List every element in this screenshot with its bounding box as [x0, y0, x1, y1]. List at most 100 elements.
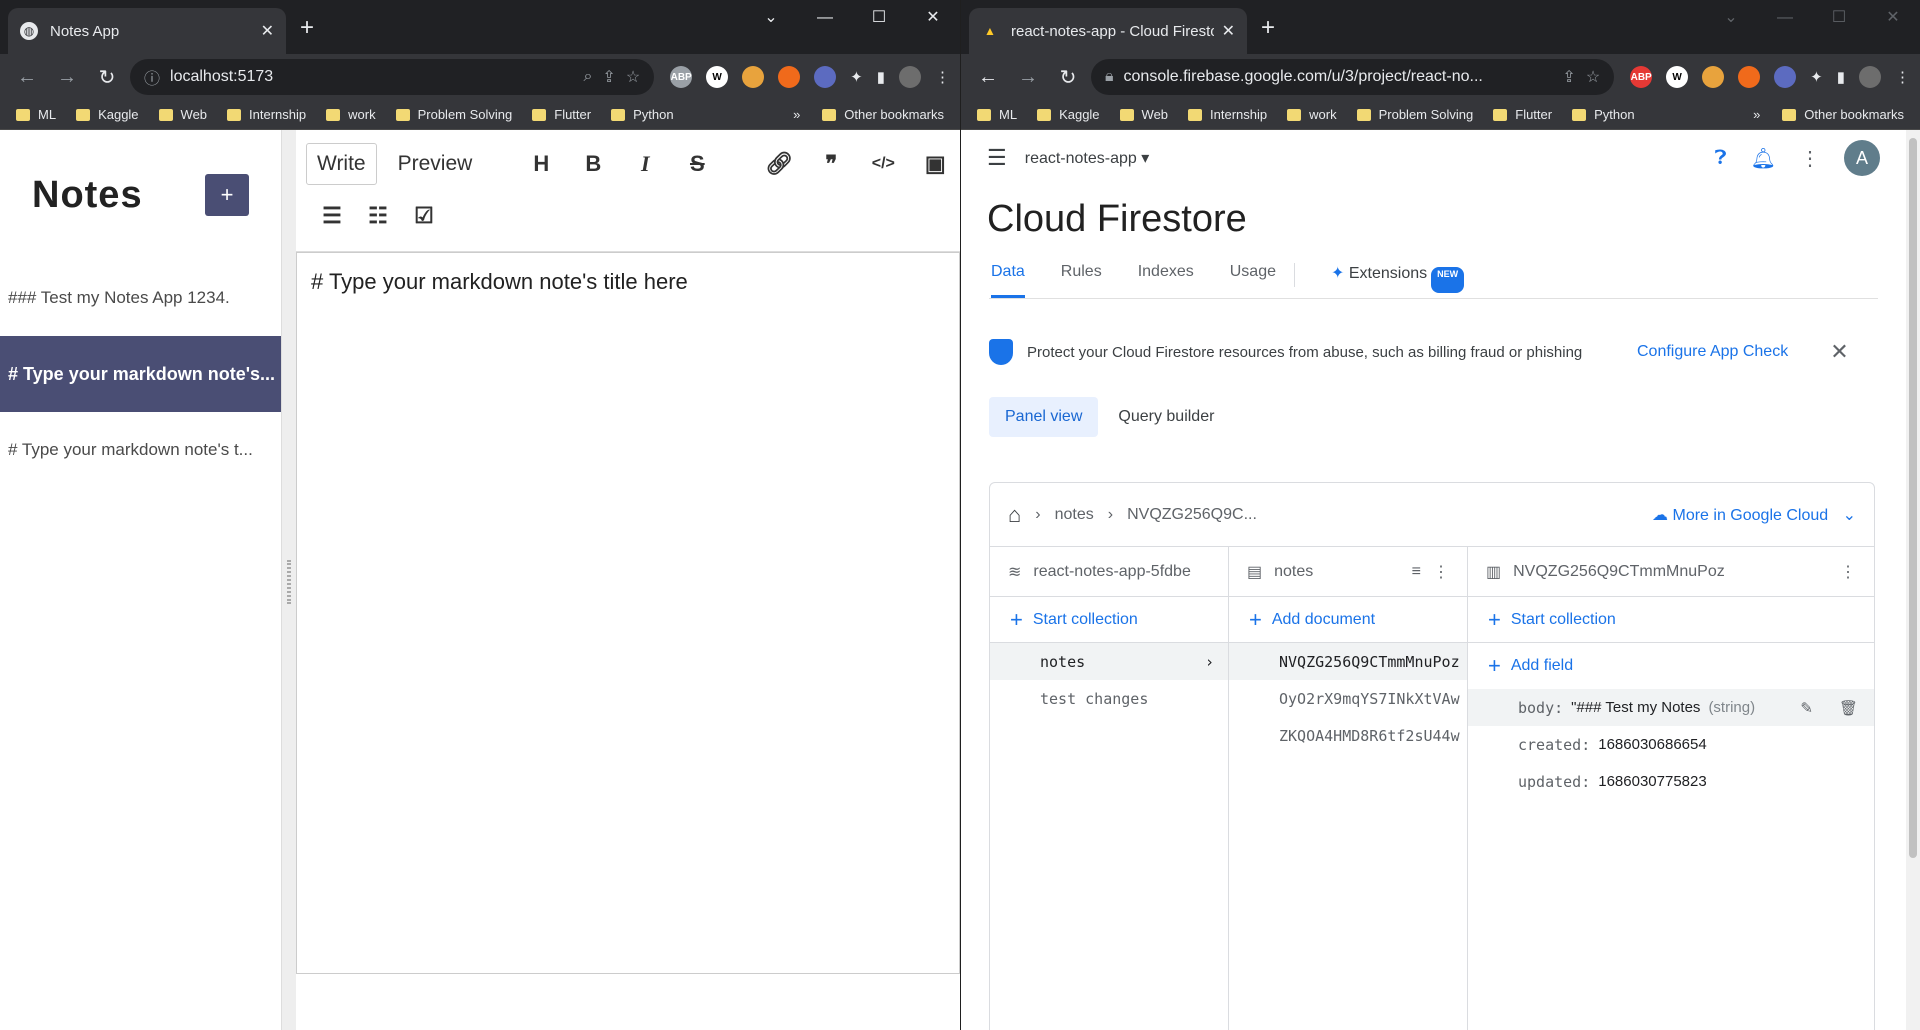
- project-selector[interactable]: react-notes-app ▾: [1025, 148, 1150, 168]
- bookmark-kaggle[interactable]: Kaggle: [1037, 107, 1100, 122]
- share-icon[interactable]: ⇪: [1562, 67, 1575, 87]
- tab-indexes[interactable]: Indexes: [1138, 263, 1194, 298]
- minimize-button[interactable]: —: [798, 0, 852, 36]
- hamburger-menu-icon[interactable]: ☰: [987, 145, 1007, 171]
- adblock-icon[interactable]: ABP: [1630, 66, 1653, 88]
- tab-extensions[interactable]: ✦ Extensions NEW: [1331, 263, 1465, 298]
- note-item[interactable]: # Type your markdown note's t...: [0, 412, 281, 488]
- bookmark-internship[interactable]: Internship: [1188, 107, 1267, 122]
- minimize-button[interactable]: —: [1758, 0, 1812, 36]
- editor-textarea[interactable]: # Type your markdown note's title here: [296, 252, 960, 974]
- back-arrow-icon[interactable]: ←: [971, 66, 1005, 89]
- document-row[interactable]: OyO2rX9mqYS7INkXtVAw: [1229, 680, 1467, 717]
- sidepanel-icon[interactable]: ▮: [1837, 68, 1845, 86]
- pen-extension-icon[interactable]: [814, 66, 837, 88]
- field-row[interactable]: updated: 1686030775823: [1468, 763, 1874, 800]
- more-in-google-cloud[interactable]: ☁ More in Google Cloud ⌄: [1652, 505, 1856, 525]
- bookmark-problem-solving[interactable]: Problem Solving: [395, 107, 512, 122]
- write-tab[interactable]: Write: [306, 143, 377, 185]
- field-row[interactable]: created: 1686030686654: [1468, 726, 1874, 763]
- bookmark-ml[interactable]: ML: [977, 107, 1017, 122]
- note-item-selected[interactable]: # Type your markdown note's...: [0, 336, 281, 412]
- start-collection-button[interactable]: + Start collection: [1468, 597, 1874, 643]
- panel-view-button[interactable]: Panel view: [989, 397, 1099, 437]
- bookmark-kaggle[interactable]: Kaggle: [76, 107, 139, 122]
- bookmark-problem-solving[interactable]: Problem Solving: [1356, 107, 1473, 122]
- more-vert-icon[interactable]: ⋮: [1800, 146, 1820, 171]
- fire-extension-icon[interactable]: [778, 66, 801, 88]
- note-item[interactable]: ### Test my Notes App 1234.: [0, 260, 281, 336]
- bookmark-star-icon[interactable]: ☆: [1586, 67, 1600, 87]
- orange-extension-icon[interactable]: [1702, 66, 1725, 88]
- forward-arrow-icon[interactable]: →: [1011, 66, 1045, 89]
- menu-kebab-icon[interactable]: ⋮: [935, 68, 950, 86]
- italic-icon[interactable]: I: [631, 151, 659, 177]
- address-bar[interactable]: 🔒︎ console.firebase.google.com/u/3/proje…: [1091, 59, 1615, 95]
- bookmark-python[interactable]: Python: [1572, 107, 1635, 122]
- trash-icon[interactable]: 🗑︎: [1839, 699, 1858, 717]
- field-row[interactable]: body: "### Test my Notes (string) ✎ 🗑︎: [1468, 689, 1874, 726]
- bell-icon[interactable]: 🔔︎: [1751, 146, 1776, 171]
- reload-icon[interactable]: ↻: [90, 65, 124, 90]
- filter-icon[interactable]: ≡: [1412, 563, 1421, 581]
- close-tab-icon[interactable]: ✕: [261, 21, 274, 41]
- menu-kebab-icon[interactable]: ⋮: [1895, 68, 1910, 86]
- collection-row[interactable]: test changes: [990, 680, 1228, 717]
- bookmark-internship[interactable]: Internship: [227, 107, 306, 122]
- drag-handle-icon[interactable]: [287, 560, 291, 604]
- unordered-list-icon[interactable]: ☰: [318, 203, 346, 229]
- edit-pencil-icon[interactable]: ✎: [1800, 699, 1813, 717]
- profile-avatar[interactable]: [899, 66, 921, 88]
- adblock-icon[interactable]: ABP: [670, 66, 693, 88]
- more-vert-icon[interactable]: ⋮: [1840, 562, 1856, 582]
- document-row[interactable]: ZKQOA4HMD8R6tf2sU44w: [1229, 717, 1467, 754]
- more-vert-icon[interactable]: ⋮: [1433, 562, 1449, 582]
- split-gutter[interactable]: [282, 130, 296, 1030]
- pen-extension-icon[interactable]: [1774, 66, 1797, 88]
- back-arrow-icon[interactable]: ←: [10, 66, 44, 89]
- reload-icon[interactable]: ↻: [1051, 65, 1085, 90]
- close-window-button[interactable]: ✕: [906, 0, 960, 36]
- ordered-list-icon[interactable]: ☷: [364, 203, 392, 229]
- account-avatar[interactable]: A: [1844, 140, 1880, 176]
- configure-app-check-link[interactable]: Configure App Check: [1637, 343, 1788, 361]
- w-extension-icon[interactable]: W: [1666, 66, 1689, 88]
- forward-arrow-icon[interactable]: →: [50, 66, 84, 89]
- scrollbar-thumb[interactable]: [1909, 138, 1917, 858]
- strikethrough-icon[interactable]: S: [683, 151, 711, 177]
- link-icon[interactable]: 🔗︎: [765, 151, 793, 177]
- w-extension-icon[interactable]: W: [706, 66, 729, 88]
- other-bookmarks[interactable]: Other bookmarks: [1782, 107, 1904, 122]
- maximize-button[interactable]: ☐: [1812, 0, 1866, 36]
- zoom-icon[interactable]: ⌕: [583, 68, 592, 86]
- bookmark-flutter[interactable]: Flutter: [532, 107, 591, 122]
- other-bookmarks[interactable]: Other bookmarks: [822, 107, 944, 122]
- browser-tab[interactable]: ▲ react-notes-app - Cloud Firestore - F …: [969, 8, 1247, 54]
- chevron-double-right-icon[interactable]: »: [1753, 107, 1760, 122]
- add-document-button[interactable]: + Add document: [1229, 597, 1467, 643]
- preview-tab[interactable]: Preview: [387, 143, 484, 185]
- chevron-double-right-icon[interactable]: »: [793, 107, 800, 122]
- help-icon[interactable]: ❓︎: [1715, 147, 1727, 170]
- browser-tab[interactable]: ◍ Notes App ✕: [8, 8, 286, 54]
- bookmark-star-icon[interactable]: ☆: [626, 67, 640, 87]
- bookmark-work[interactable]: work: [326, 107, 376, 122]
- bookmark-web[interactable]: Web: [158, 107, 207, 122]
- breadcrumb-doc[interactable]: NVQZG256Q9C...: [1127, 506, 1257, 524]
- code-icon[interactable]: </>: [869, 155, 897, 173]
- document-row[interactable]: NVQZG256Q9CTmmMnuPoz: [1229, 643, 1467, 680]
- bookmark-ml[interactable]: ML: [16, 107, 56, 122]
- query-builder-button[interactable]: Query builder: [1118, 397, 1214, 437]
- orange-extension-icon[interactable]: [742, 66, 765, 88]
- puzzle-icon[interactable]: ✦: [1810, 68, 1823, 86]
- tab-usage[interactable]: Usage: [1230, 263, 1295, 287]
- bookmark-flutter[interactable]: Flutter: [1493, 107, 1552, 122]
- quote-icon[interactable]: ❞: [817, 151, 845, 177]
- page-scrollbar[interactable]: [1906, 130, 1920, 1030]
- maximize-button[interactable]: ☐: [852, 0, 906, 36]
- chevron-down-icon[interactable]: ⌄: [1704, 0, 1758, 36]
- heading-icon[interactable]: H: [527, 151, 555, 177]
- home-icon[interactable]: ⌂: [1008, 502, 1021, 528]
- collection-row[interactable]: notes ›: [990, 643, 1228, 680]
- image-icon[interactable]: ▣: [921, 151, 949, 177]
